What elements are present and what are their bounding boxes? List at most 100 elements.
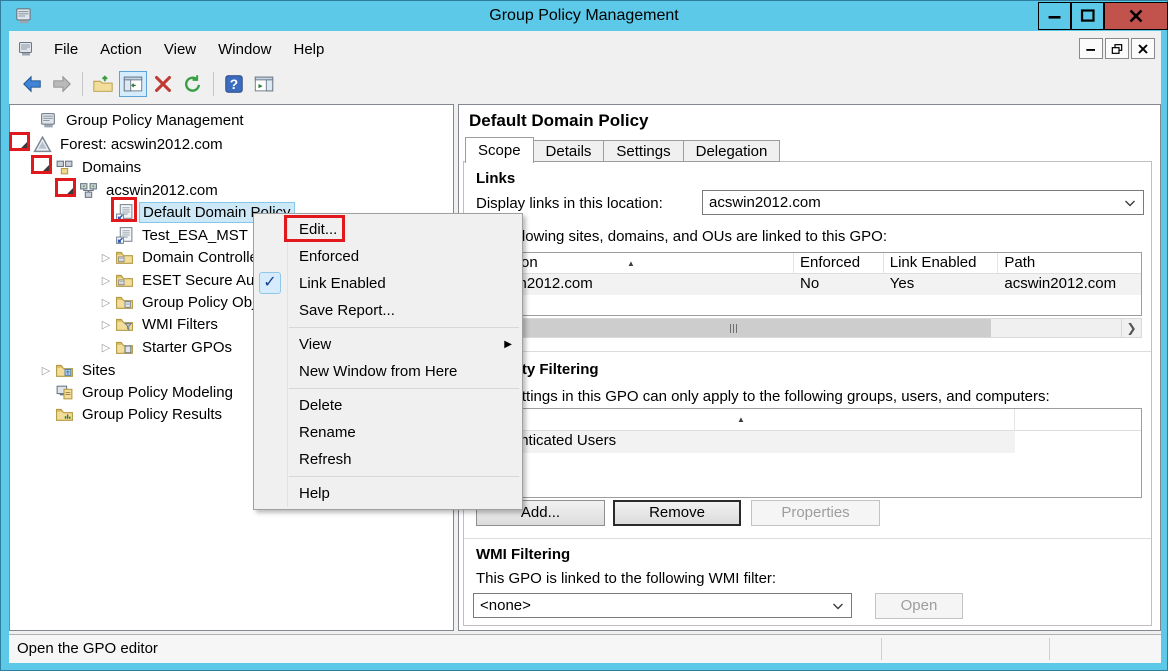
- security-list-row[interactable]: Authenticated Users: [475, 431, 1015, 453]
- menu-action[interactable]: Action: [89, 37, 153, 62]
- security-list-header[interactable]: ▲: [475, 409, 1141, 431]
- tree-item-label: Starter GPOs: [139, 338, 235, 357]
- remove-button[interactable]: Remove: [613, 500, 741, 526]
- show-console-tree-button[interactable]: [119, 71, 147, 97]
- menu-view[interactable]: View: [153, 37, 207, 62]
- open-button[interactable]: Open: [875, 593, 963, 619]
- checkmark-icon: ✓: [259, 272, 281, 294]
- close-button[interactable]: [1104, 2, 1168, 30]
- sort-ascending-icon: ▲: [627, 254, 635, 274]
- properties-button[interactable]: Properties: [751, 500, 880, 526]
- location-combobox[interactable]: acswin2012.com: [702, 190, 1144, 215]
- section-divider: [464, 351, 1151, 352]
- modeling-icon: [55, 383, 74, 402]
- menu-item-new-window-from-here[interactable]: New Window from Here: [254, 358, 522, 385]
- child-close-button[interactable]: [1131, 38, 1155, 59]
- links-table: Location▲ Enforced Link Enabled Path acs…: [474, 252, 1142, 316]
- show-action-pane-button[interactable]: [250, 71, 278, 97]
- expand-arrow-icon[interactable]: ▷: [97, 296, 115, 309]
- wmi-filter-value: <none>: [480, 597, 531, 614]
- menu-separator: [289, 327, 519, 328]
- domains-icon: [55, 158, 74, 177]
- chevron-down-icon: [832, 603, 844, 610]
- menu-help[interactable]: Help: [282, 37, 335, 62]
- cell-group-name: Authenticated Users: [475, 431, 1015, 453]
- column-name[interactable]: ▲: [475, 409, 1015, 430]
- menu-window[interactable]: Window: [207, 37, 282, 62]
- console-icon: [39, 111, 58, 130]
- wmi-filter-combobox[interactable]: <none>: [473, 593, 852, 618]
- menu-item-view[interactable]: View▶: [254, 331, 522, 358]
- tree-item-domain-acswin2012[interactable]: ◢acswin2012.com: [11, 179, 452, 201]
- help-button[interactable]: [220, 71, 248, 97]
- tree-item-label: Forest: acswin2012.com: [57, 135, 226, 154]
- toolbar: [9, 67, 1161, 101]
- expand-arrow-icon[interactable]: ▷: [97, 274, 115, 287]
- tree-item-label: Test_ESA_MST: [139, 226, 251, 245]
- chevron-down-icon: [1124, 200, 1136, 207]
- menu-separator: [289, 388, 519, 389]
- tree-item-label: Group Policy Results: [79, 405, 225, 424]
- horizontal-scrollbar[interactable]: ❯: [474, 318, 1142, 338]
- title-bar[interactable]: Group Policy Management: [1, 1, 1167, 31]
- window-title: Group Policy Management: [1, 1, 1167, 31]
- submenu-arrow-icon: ▶: [504, 331, 512, 358]
- tab-strip: Scope Details Settings Delegation: [465, 136, 780, 162]
- minimize-button[interactable]: [1038, 2, 1071, 30]
- child-minimize-button[interactable]: [1079, 38, 1103, 59]
- tab-delegation[interactable]: Delegation: [684, 140, 781, 162]
- menu-separator: [289, 476, 519, 477]
- menu-item-enforced[interactable]: Enforced: [254, 243, 522, 270]
- links-table-header[interactable]: Location▲ Enforced Link Enabled Path: [475, 253, 1141, 274]
- action-pane-icon: [253, 73, 275, 95]
- expand-arrow-icon[interactable]: ▷: [37, 364, 55, 377]
- menu-item-rename[interactable]: Rename: [254, 419, 522, 446]
- tab-scope[interactable]: Scope: [465, 137, 534, 163]
- delete-button[interactable]: [149, 71, 177, 97]
- child-restore-button[interactable]: [1105, 38, 1129, 59]
- links-table-row[interactable]: acswin2012.com No Yes acswin2012.com: [475, 274, 1141, 295]
- close-icon: [1135, 41, 1151, 57]
- minimize-icon: [1083, 41, 1099, 57]
- maximize-icon: [1077, 5, 1099, 27]
- tree-item-domains[interactable]: ◢Domains: [11, 156, 452, 178]
- scroll-right-button[interactable]: ❯: [1121, 319, 1141, 337]
- back-button[interactable]: [18, 71, 46, 97]
- menu-item-help[interactable]: Help: [254, 480, 522, 507]
- security-filtering-description: The settings in this GPO can only apply …: [476, 388, 1050, 405]
- tab-settings[interactable]: Settings: [604, 140, 683, 162]
- status-bar-divider: [881, 638, 882, 660]
- menu-item-link-enabled[interactable]: ✓Link Enabled: [254, 270, 522, 297]
- wmi-folder-icon: [115, 315, 134, 334]
- column-enforced[interactable]: Enforced: [794, 253, 884, 273]
- tree-item-group-policy-management[interactable]: Group Policy Management: [11, 109, 452, 131]
- column-blank[interactable]: [1015, 409, 1141, 430]
- menu-file[interactable]: File: [43, 37, 89, 62]
- toolbar-separator: [82, 72, 83, 96]
- export-list-button[interactable]: [89, 71, 117, 97]
- menu-item-save-report[interactable]: Save Report...: [254, 297, 522, 324]
- expand-arrow-icon[interactable]: ▷: [97, 341, 115, 354]
- expand-arrow-icon[interactable]: ▷: [97, 318, 115, 331]
- scrollbar-thumb[interactable]: [475, 319, 991, 337]
- menu-item-refresh[interactable]: Refresh: [254, 446, 522, 473]
- expand-arrow-icon[interactable]: ▷: [97, 251, 115, 264]
- location-value: acswin2012.com: [709, 194, 821, 211]
- menu-item-delete[interactable]: Delete: [254, 392, 522, 419]
- minimize-icon: [1044, 5, 1066, 27]
- gpo-icon: [115, 226, 134, 245]
- help-icon: [223, 73, 245, 95]
- tree-item-label: WMI Filters: [139, 315, 221, 334]
- column-path[interactable]: Path: [998, 253, 1141, 273]
- column-link-enabled[interactable]: Link Enabled: [884, 253, 999, 273]
- cell-enforced: No: [794, 274, 884, 295]
- annotation-box-domain-arrow: [55, 178, 76, 197]
- tab-details[interactable]: Details: [534, 140, 605, 162]
- tree-item-forest[interactable]: ◢Forest: acswin2012.com: [11, 133, 452, 155]
- maximize-button[interactable]: [1071, 2, 1104, 30]
- domain-icon: [79, 181, 98, 200]
- forward-button[interactable]: [48, 71, 76, 97]
- refresh-button[interactable]: [179, 71, 207, 97]
- tree-item-label: ESET Secure Auth: [139, 271, 270, 290]
- refresh-icon: [182, 73, 204, 95]
